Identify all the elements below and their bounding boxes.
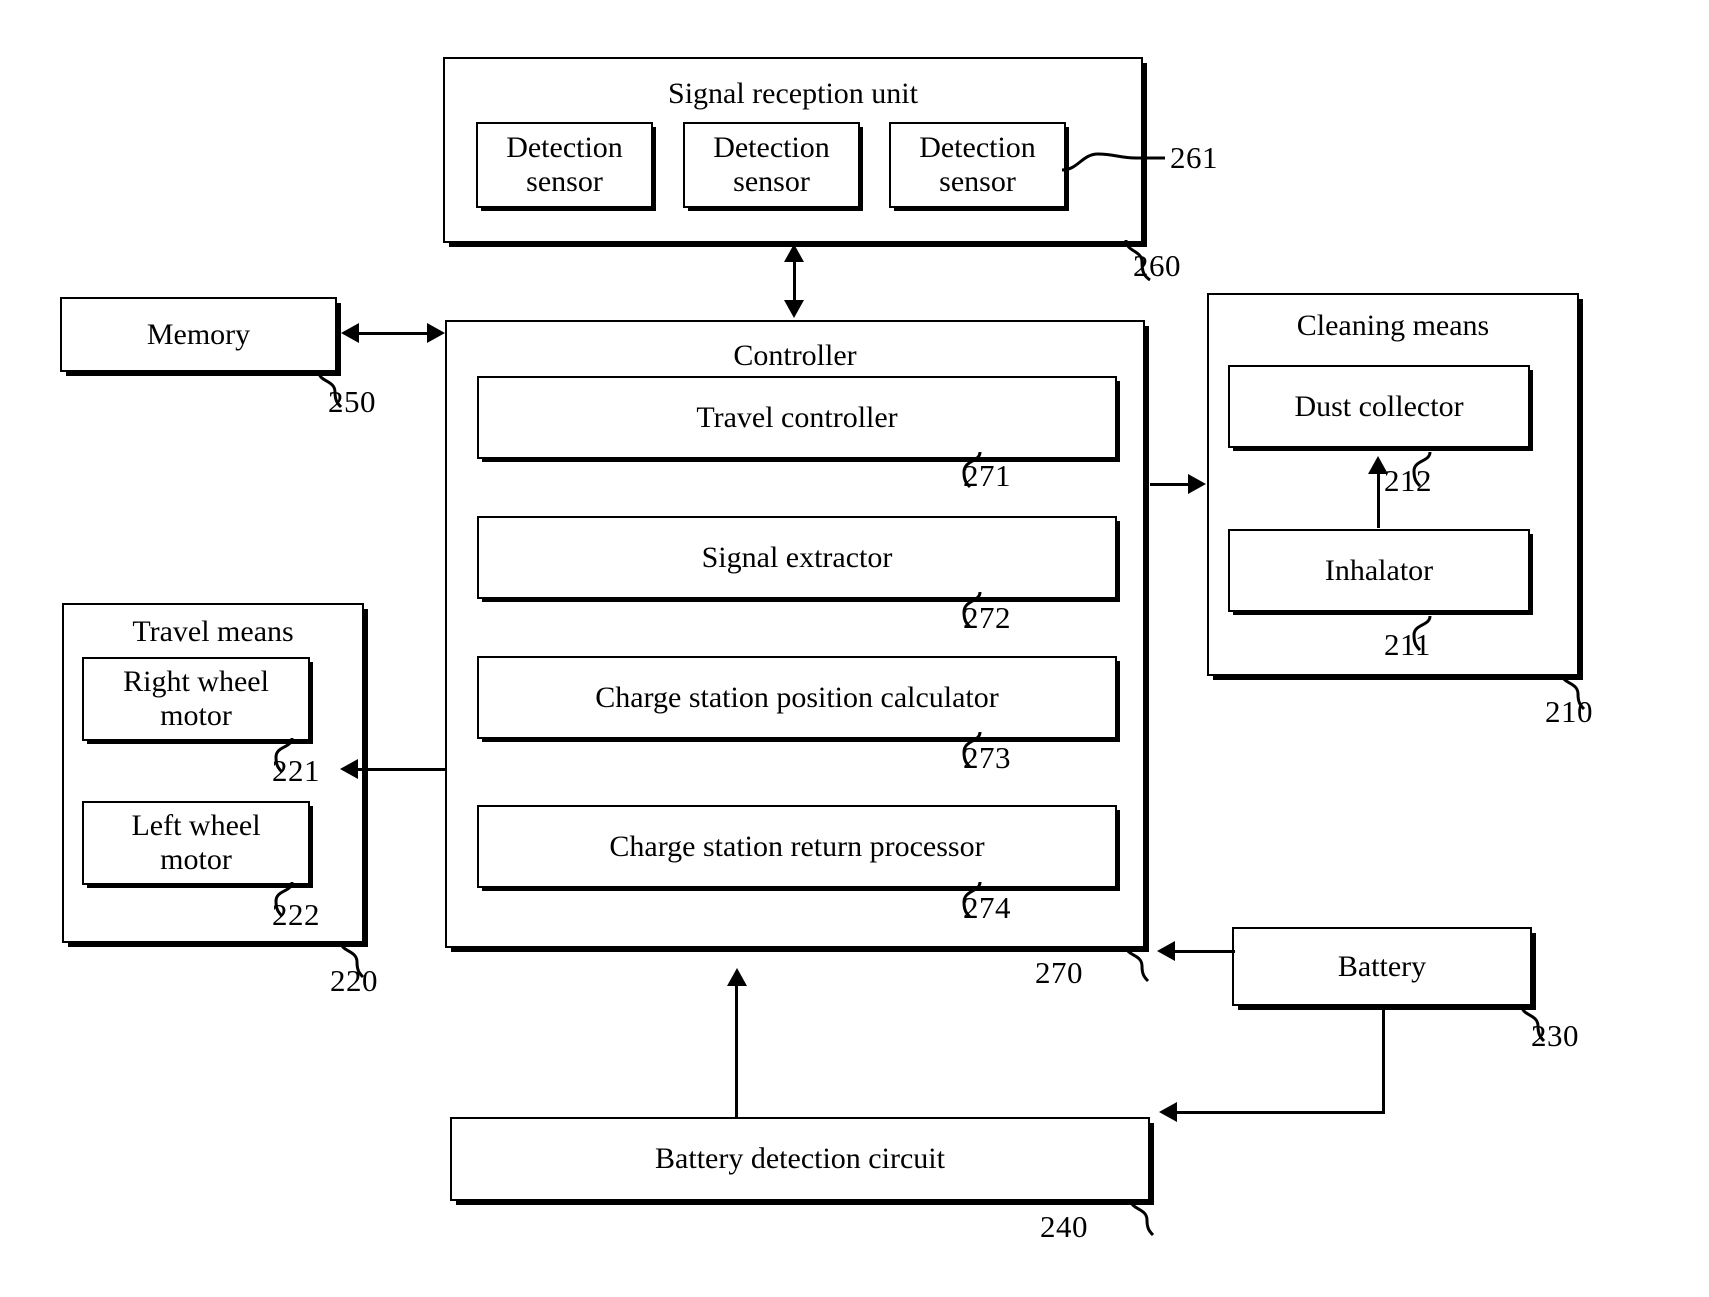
arrow-controller-to-cleaning-means — [1188, 474, 1206, 494]
cleaning-means-title: Cleaning means — [1296, 309, 1490, 342]
arrow-controller-to-signal-down — [784, 300, 804, 318]
patent-block-diagram: Signal reception unit Detection sensor D… — [0, 0, 1709, 1297]
ref-274: 274 — [963, 890, 1011, 925]
ref-230: 230 — [1531, 1018, 1579, 1053]
signal-reception-unit-title: Signal reception unit — [668, 77, 918, 110]
ref-272: 272 — [963, 600, 1011, 635]
charge-station-position-calculator-label: Charge station position calculator — [595, 680, 999, 714]
battery-label: Battery — [1337, 949, 1427, 983]
inhalator-box: Inhalator — [1228, 529, 1530, 612]
controller-box: Controller Travel controller Signal extr… — [445, 320, 1145, 948]
travel-controller-box: Travel controller — [477, 376, 1117, 459]
controller-title: Controller — [733, 339, 857, 372]
detection-sensor-label-3: Detection sensor — [919, 130, 1036, 198]
line-battery-to-detection — [1175, 1111, 1385, 1114]
ref-221: 221 — [272, 753, 320, 788]
detection-sensor-box-3: Detection sensor — [889, 122, 1066, 208]
ref-261: 261 — [1170, 140, 1218, 175]
battery-box: Battery — [1232, 927, 1532, 1006]
line-memory-controller — [357, 332, 429, 335]
line-controller-cleaning-means — [1150, 483, 1188, 486]
left-wheel-motor-label: Left wheel motor — [131, 808, 261, 876]
line-battery-down — [1382, 1006, 1385, 1114]
right-wheel-motor-label: Right wheel motor — [123, 664, 269, 732]
detection-sensor-label-1: Detection sensor — [506, 130, 623, 198]
right-wheel-motor-box: Right wheel motor — [82, 657, 310, 741]
charge-station-return-processor-label: Charge station return processor — [609, 829, 985, 863]
ref-260: 260 — [1133, 248, 1181, 283]
travel-means-title: Travel means — [132, 615, 294, 648]
signal-extractor-box: Signal extractor — [477, 516, 1117, 599]
detection-sensor-label-2: Detection sensor — [713, 130, 830, 198]
detection-sensor-box-2: Detection sensor — [683, 122, 860, 208]
battery-detection-circuit-label: Battery detection circuit — [655, 1141, 945, 1175]
arrow-battery-to-controller — [1157, 941, 1175, 961]
ref-271: 271 — [963, 458, 1011, 493]
ref-240-leader — [1129, 1199, 1155, 1237]
ref-210: 210 — [1545, 694, 1593, 729]
arrow-battery-to-detection-circuit — [1159, 1102, 1177, 1122]
arrow-detection-to-controller — [727, 968, 747, 986]
signal-reception-unit-box: Signal reception unit Detection sensor D… — [443, 57, 1143, 243]
ref-273: 273 — [963, 740, 1011, 775]
line-detection-to-controller — [735, 985, 738, 1117]
inhalator-label: Inhalator — [1324, 553, 1434, 587]
dust-collector-label: Dust collector — [1294, 389, 1464, 423]
ref-240: 240 — [1040, 1209, 1088, 1244]
left-wheel-motor-box: Left wheel motor — [82, 801, 310, 885]
line-controller-travel-means — [356, 768, 446, 771]
ref-261-leader — [1061, 152, 1165, 172]
charge-station-return-processor-box: Charge station return processor — [477, 805, 1117, 888]
ref-222: 222 — [272, 897, 320, 932]
ref-250: 250 — [328, 384, 376, 419]
dust-collector-box: Dust collector — [1228, 365, 1530, 448]
memory-box: Memory — [60, 297, 337, 372]
ref-270: 270 — [1035, 955, 1083, 990]
battery-detection-circuit-box: Battery detection circuit — [450, 1117, 1150, 1201]
ref-211: 211 — [1384, 627, 1431, 662]
detection-sensor-box-1: Detection sensor — [476, 122, 653, 208]
ref-220: 220 — [330, 963, 378, 998]
line-inhalator-dust-collector — [1377, 470, 1380, 528]
line-signal-controller — [793, 258, 796, 303]
memory-label: Memory — [146, 317, 251, 351]
arrow-memory-to-controller — [427, 323, 445, 343]
charge-station-position-calculator-box: Charge station position calculator — [477, 656, 1117, 739]
line-battery-controller — [1173, 950, 1235, 953]
signal-extractor-label: Signal extractor — [701, 540, 893, 574]
ref-212: 212 — [1384, 463, 1432, 498]
travel-controller-label: Travel controller — [696, 400, 898, 434]
